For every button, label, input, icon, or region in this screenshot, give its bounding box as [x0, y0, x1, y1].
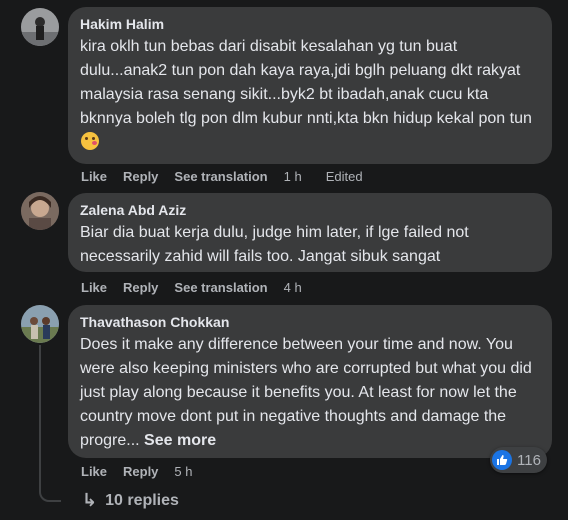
view-replies-link[interactable]: ↳ 10 replies [82, 490, 179, 511]
like-button[interactable]: Like [81, 169, 107, 184]
replies-count-label: 10 replies [105, 491, 179, 509]
thumbs-up-icon [492, 450, 512, 470]
comment-text: kira oklh tun bebas dari disabit kesalah… [80, 35, 540, 155]
see-translation-link[interactable]: See translation [174, 169, 267, 184]
face-blowing-kiss-icon [81, 132, 99, 150]
comment-body: Biar dia buat kerja dulu, judge him late… [80, 224, 469, 265]
comment-bubble: Zalena Abd Aziz Biar dia buat kerja dulu… [68, 193, 552, 272]
comment-author[interactable]: Hakim Halim [80, 15, 540, 33]
avatar-photo-icon [21, 8, 59, 46]
reply-button[interactable]: Reply [123, 464, 158, 479]
comment-author[interactable]: Thavathason Chokkan [80, 313, 540, 331]
reply-button[interactable]: Reply [123, 169, 158, 184]
reaction-count: 116 [517, 451, 541, 469]
see-more-link[interactable]: See more [144, 432, 216, 449]
avatar[interactable] [21, 192, 59, 230]
comment-actions: Like Reply See translation 4 h [81, 278, 318, 296]
timestamp[interactable]: 4 h [284, 280, 302, 295]
reply-arrow-icon: ↳ [82, 490, 98, 510]
like-button[interactable]: Like [81, 280, 107, 295]
avatar[interactable] [21, 305, 59, 343]
avatar-photo-icon [21, 192, 59, 230]
avatar[interactable] [21, 8, 59, 46]
see-translation-link[interactable]: See translation [174, 280, 267, 295]
thread-line [39, 345, 41, 485]
comment-body: kira oklh tun bebas dari disabit kesalah… [80, 38, 532, 127]
thread-connector [39, 480, 61, 502]
comment-text: Does it make any difference between your… [80, 333, 540, 453]
timestamp[interactable]: 5 h [174, 464, 192, 479]
comment-bubble: Hakim Halim kira oklh tun bebas dari dis… [68, 7, 552, 164]
comment-bubble: Thavathason Chokkan Does it make any dif… [68, 305, 552, 458]
like-button[interactable]: Like [81, 464, 107, 479]
comment-actions: Like Reply See translation 1 h Edited [81, 167, 379, 185]
comment-author[interactable]: Zalena Abd Aziz [80, 201, 540, 219]
reaction-summary[interactable]: 116 [490, 447, 547, 473]
comment-actions: Like Reply 5 h [81, 462, 209, 480]
reply-button[interactable]: Reply [123, 280, 158, 295]
timestamp[interactable]: 1 h [284, 169, 302, 184]
edited-label[interactable]: Edited [326, 169, 363, 184]
avatar-photo-icon [21, 305, 59, 343]
